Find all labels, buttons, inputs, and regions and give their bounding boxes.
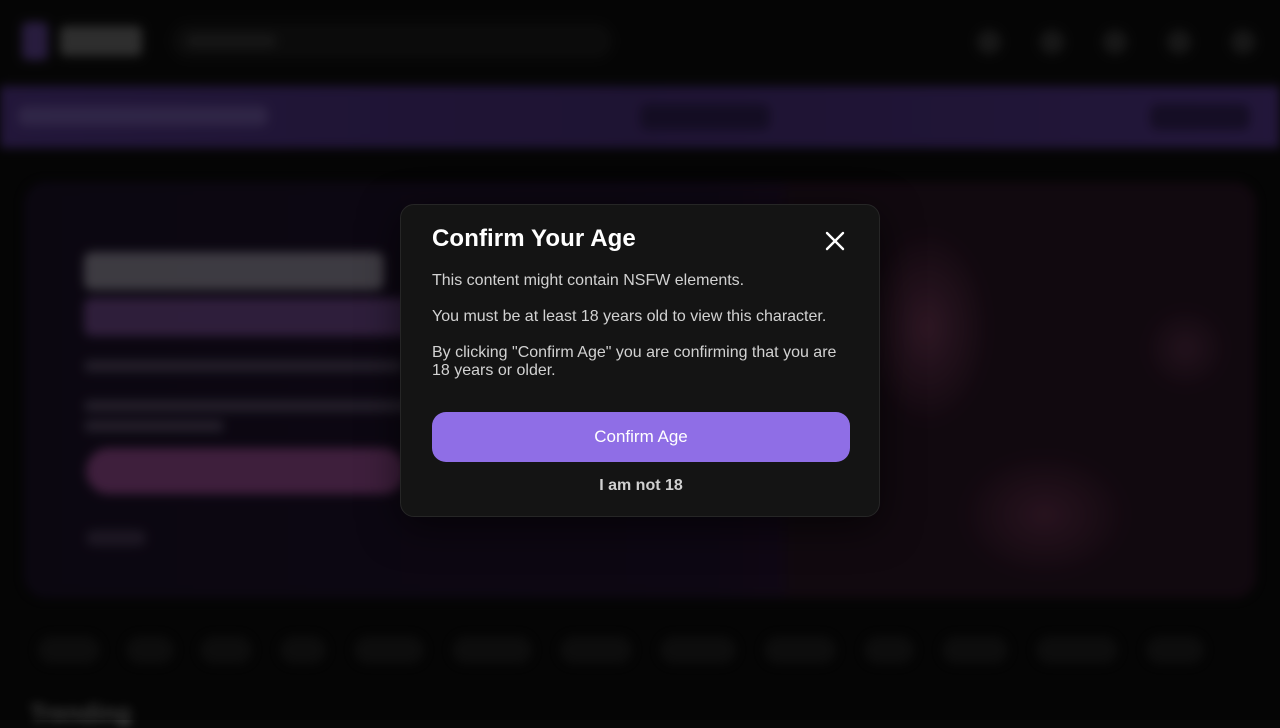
nsfw-warning-text: This content might contain NSFW elements…: [432, 272, 745, 289]
modal-title: Confirm Your Age: [432, 225, 636, 252]
close-icon: [825, 231, 845, 251]
confirm-age-button[interactable]: Confirm Age: [432, 412, 850, 462]
age-requirement-text: You must be at least 18 years old to vie…: [432, 308, 827, 325]
age-confirm-modal: Confirm Your Age This content might cont…: [400, 204, 880, 517]
not-18-button[interactable]: I am not 18: [432, 475, 850, 497]
close-button[interactable]: [821, 227, 849, 255]
confirmation-notice-text: By clicking "Confirm Age" you are confir…: [432, 344, 837, 379]
